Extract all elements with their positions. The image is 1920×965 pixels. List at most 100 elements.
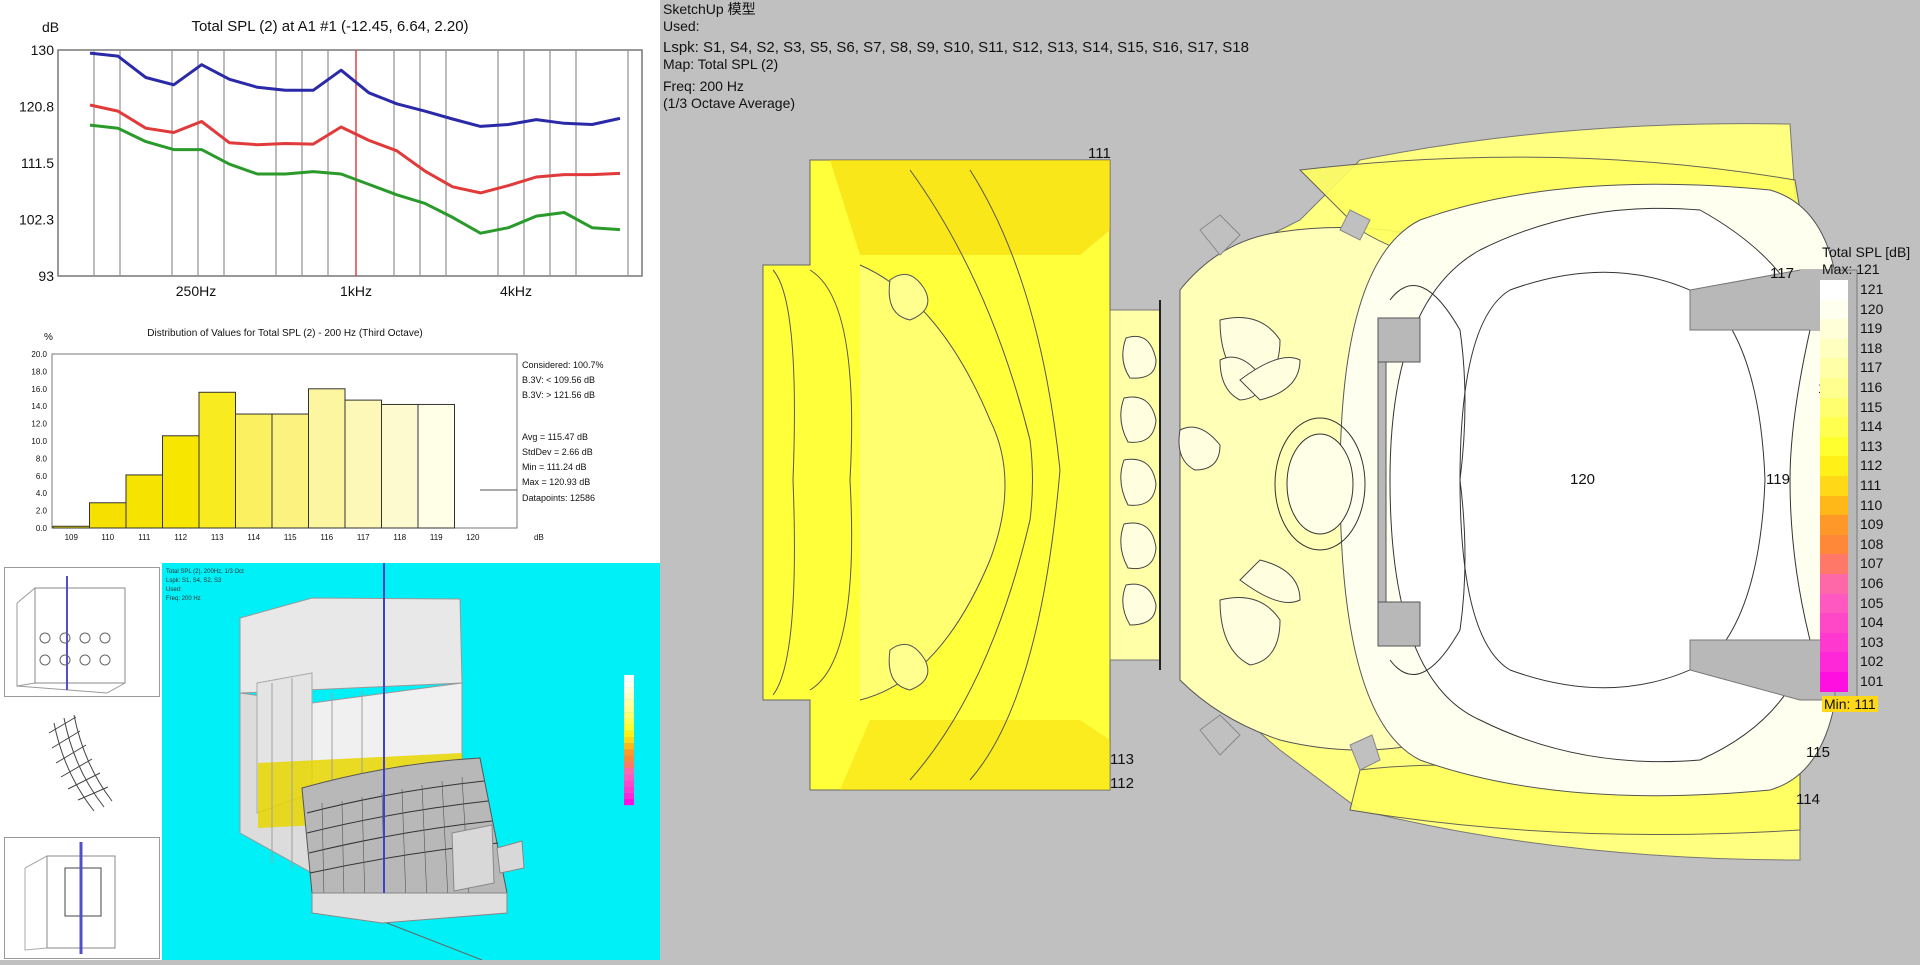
legend-swatch-115 [1820,397,1848,418]
contour-label-120: 120 [1570,471,1595,488]
legend-swatch-106 [1820,574,1848,594]
legend-label-107: 107 [1860,555,1884,572]
v3d-legend-swatch-18 [624,786,634,793]
v3d-legend-swatch-6 [624,712,634,719]
v3d-header-line-2: Used: [166,587,182,593]
legend-label-109: 109 [1860,516,1884,533]
3d-model-view[interactable]: Total SPL (2), 200Hz, 1/3 Oct Lspk: S1, S… [162,563,660,961]
legend-swatch-108 [1820,534,1848,555]
hist-stat-4: StdDev = 2.66 dB [522,447,593,457]
hist-x-label-6: 115 [284,533,297,542]
hist-x-label-0: 109 [65,533,79,542]
legend-swatch-114 [1820,417,1848,437]
legend-max: Max: 121 [1822,261,1880,277]
hist-x-label-9: 118 [393,533,406,542]
spl-map-panel: SketchUp 模型 Used: Lspk: S1, S4, S2, S3, … [660,0,1920,960]
hist-y-tick-2: 16.0 [31,385,47,394]
legend-label-102: 102 [1860,653,1884,670]
thumbnail-array-view[interactable] [4,703,158,827]
legend-swatch-120 [1820,299,1848,320]
legend-swatch-102 [1820,652,1848,672]
v3d-legend-swatch-15 [624,768,634,775]
map-hall [1178,123,1858,861]
v3d-legend-swatch-14 [624,761,634,768]
spl-frequency-chart: Total SPL (2) at A1 #1 (-12.45, 6.64, 2.… [0,0,660,318]
hist-y-tick-9: 2.0 [36,507,48,516]
legend-swatch-101 [1820,672,1848,692]
v3d-legend-swatch-0 [624,675,634,682]
v3d-legend-swatch-12 [624,749,634,756]
hist-bar-0 [52,525,90,529]
legend-label-112: 112 [1860,457,1883,474]
spl-x-tick-0: 250Hz [176,283,216,299]
legend-label-104: 104 [1860,614,1884,631]
hist-x-label-10: 119 [430,533,443,542]
contour-label-112: 112 [1110,775,1134,792]
hist-stat-3: Avg = 115.47 dB [522,432,588,442]
hist-y-tick-5: 10.0 [31,437,47,446]
hist-bar-6 [271,413,309,529]
hist-bar-7 [308,388,346,529]
thumbnail-front-view[interactable] [4,567,160,697]
hist-bar-10 [417,403,455,529]
legend-swatch-121 [1820,280,1848,300]
hist-y-tick-8: 4.0 [36,489,48,498]
histogram-y-ticks: 20.0 18.0 16.0 14.0 12.0 10.0 8.0 6.0 4.0 2.0 0.0 [31,350,47,533]
hist-y-tick-7: 6.0 [36,472,48,481]
thumbnail-side-view[interactable] [4,837,160,959]
distribution-histogram: Distribution of Values for Total SPL (2)… [0,318,660,563]
3d-view-color-legend [624,675,634,806]
spl-y-tick-4: 93 [38,268,54,284]
v3d-header-line-3: Freq: 200 Hz [166,596,201,602]
hist-stat-1: B.3V: < 109.56 dB [522,375,595,385]
legend-swatch-107 [1820,554,1848,574]
v3d-header-line-1: Lspk: S1, S4, S2, S3 [166,578,222,584]
hist-bar-9 [381,403,419,529]
map-header-line-2: Used: [663,18,700,34]
hist-bar-4 [198,391,236,529]
legend-label-118: 118 [1860,339,1883,356]
legend-swatch-103 [1820,632,1848,653]
map-connector [1109,300,1161,670]
legend-label-101: 101 [1860,673,1884,689]
legend-label-103: 103 [1860,633,1884,650]
histogram-y-unit: % [44,332,53,343]
legend-swatch-105 [1820,593,1848,614]
legend-swatch-111 [1820,476,1848,496]
map-header-line-3: Lspk: S1, S4, S2, S3, S5, S6, S7, S8, S9… [663,39,1249,56]
legend-label-113: 113 [1860,437,1883,454]
hist-y-tick-10: 0.0 [36,524,48,533]
spl-plot-frame [57,49,643,277]
hist-x-label-5: 114 [247,533,260,542]
spl-x-axis-ticks: 250Hz 1kHz 4kHz [176,283,532,299]
hist-y-tick-0: 20.0 [31,350,47,359]
hist-x-label-2: 111 [138,533,151,542]
v3d-legend-swatch-13 [624,755,634,762]
legend-label-121: 121 [1860,281,1884,297]
legend-min: Min: 111 [1822,696,1878,712]
spl-chart-title: Total SPL (2) at A1 #1 (-12.45, 6.64, 2.… [191,18,468,35]
map-left-room [762,159,1111,791]
v3d-legend-swatch-9 [624,730,634,737]
spl-y-tick-1: 120.8 [19,99,54,115]
contour-label-117: 117 [1770,265,1794,282]
legend-label-115: 115 [1860,398,1883,415]
legend-label-106: 106 [1860,575,1884,591]
v3d-legend-swatch-2 [624,687,634,694]
hist-stat-0: Considered: 100.7% [522,360,604,370]
map-header: SketchUp 模型 Used: Lspk: S1, S4, S2, S3, … [663,1,1249,111]
hist-y-tick-1: 18.0 [31,367,47,376]
v3d-legend-swatch-17 [624,780,634,787]
legend-swatch-110 [1820,495,1848,516]
legend-label-105: 105 [1860,594,1884,611]
v3d-legend-swatch-10 [624,737,634,744]
contour-label-115: 115 [1806,744,1830,761]
hist-bar-3 [162,435,200,529]
spl-y-tick-2: 111.5 [21,155,54,171]
legend-swatch-109 [1820,515,1848,535]
hist-stat-7: Datapoints: 12586 [522,493,595,503]
map-header-line-6: (1/3 Octave Average) [663,95,795,111]
legend-title: Total SPL [dB] [1822,244,1911,260]
contour-label-119: 119 [1766,471,1790,488]
spl-y-tick-3: 102.3 [19,212,54,228]
